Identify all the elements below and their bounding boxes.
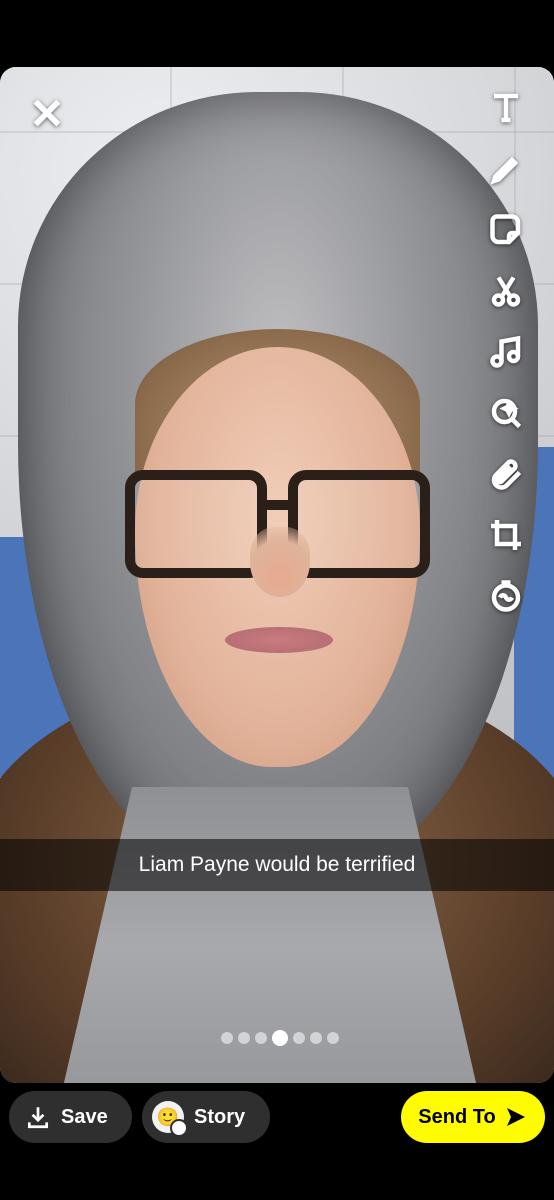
close-button[interactable] [30, 96, 64, 130]
pager-dot [310, 1032, 322, 1044]
snap-photo: Liam Payne would be terrified [0, 67, 554, 1083]
timer-icon [491, 580, 521, 612]
lens-icon [491, 398, 522, 429]
pencil-icon [490, 156, 519, 185]
scissors-tool[interactable] [488, 273, 524, 314]
music-tool[interactable] [488, 334, 524, 375]
attachment-tool[interactable] [488, 456, 524, 497]
send-to-label: Send To [418, 1105, 496, 1128]
send-to-button[interactable]: Send To [401, 1091, 545, 1143]
music-icon [490, 335, 521, 368]
sticker-icon [490, 214, 521, 245]
avatar-icon: 🙂 [152, 1101, 188, 1137]
glasses-lens-left [125, 470, 267, 578]
draw-tool[interactable] [488, 151, 524, 192]
lens-tool[interactable] [488, 395, 524, 436]
text-icon [494, 93, 518, 123]
story-label: Story [194, 1105, 246, 1128]
crop-icon [491, 520, 521, 550]
sticker-tool[interactable] [488, 212, 524, 253]
caption-text[interactable]: Liam Payne would be terrified [0, 839, 554, 891]
crop-tool[interactable] [488, 517, 524, 558]
text-tool[interactable] [488, 90, 524, 131]
mouth [225, 627, 333, 653]
save-button[interactable]: Save [9, 1091, 132, 1143]
pager-dot [238, 1032, 250, 1044]
pager-dot [327, 1032, 339, 1044]
editing-toolbar [482, 90, 530, 619]
story-button[interactable]: 🙂 Story [142, 1091, 270, 1143]
nose [250, 527, 310, 597]
send-arrow-icon [506, 1108, 525, 1126]
pager-dot-active [272, 1030, 288, 1046]
scissors-icon [491, 276, 521, 307]
save-label: Save [61, 1105, 108, 1128]
paperclip-icon [491, 459, 522, 490]
pager-dot [255, 1032, 267, 1044]
pager-dot [221, 1032, 233, 1044]
close-icon [33, 99, 61, 127]
pager-dot [293, 1032, 305, 1044]
timer-tool[interactable] [488, 578, 524, 619]
download-icon [27, 1107, 49, 1129]
pager-dots [221, 1030, 339, 1046]
